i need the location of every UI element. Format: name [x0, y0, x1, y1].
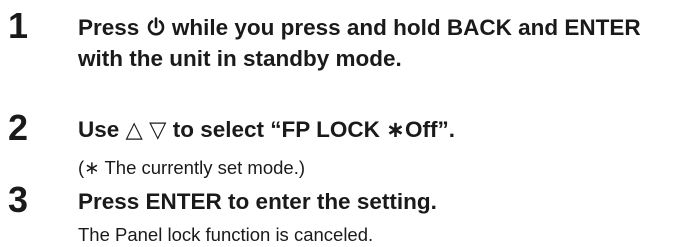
instruction-text: Use	[78, 117, 120, 142]
step-body: Press ENTER to enter the setting. The Pa…	[78, 186, 697, 247]
instruction-line: Press ENTER to enter the setting.	[78, 189, 437, 214]
instruction-text: to select “FP LOCK	[172, 117, 380, 142]
note: (∗ The currently set mode.)	[78, 156, 697, 181]
step-number: 2	[8, 107, 29, 148]
instruction-text: while you press and hold BACK and ENTER	[171, 15, 641, 40]
instruction-line-1: Press while you press and hold BACK and …	[78, 12, 697, 43]
power-icon	[147, 14, 165, 36]
asterisk-icon: ∗	[386, 117, 405, 143]
instruction-line: Use △ ▽ to select “FP LOCK ∗Off”.	[78, 114, 697, 146]
step-number: 3	[8, 179, 29, 220]
asterisk-icon: ∗	[84, 158, 100, 179]
step-number: 1	[8, 5, 29, 46]
instruction-text: Off”.	[404, 117, 455, 142]
instruction-line-2: with the unit in standby mode.	[78, 46, 402, 71]
note-text: The currently set mode.)	[104, 157, 306, 178]
up-triangle-icon: △	[125, 117, 143, 142]
instruction-text: Press	[78, 15, 140, 40]
down-triangle-icon: ▽	[149, 117, 167, 142]
step-body: Use △ ▽ to select “FP LOCK ∗Off”. (∗ The…	[78, 114, 697, 181]
step-body: Press while you press and hold BACK and …	[78, 12, 697, 74]
note: The Panel lock function is canceled.	[78, 224, 374, 245]
